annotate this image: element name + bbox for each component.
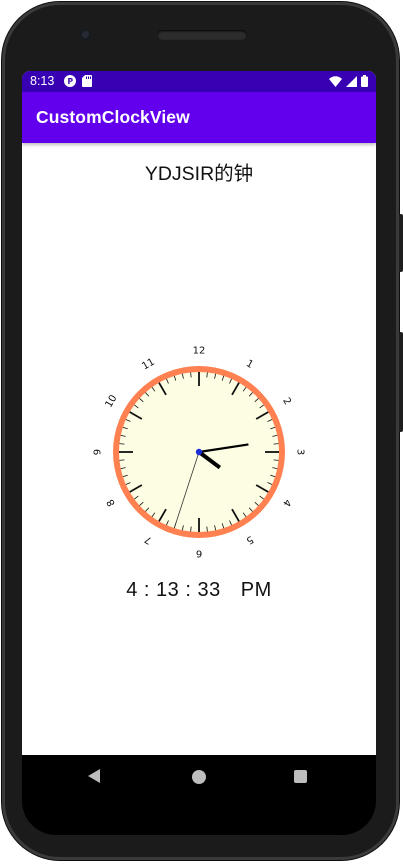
wifi-icon xyxy=(329,75,342,90)
front-camera xyxy=(80,29,91,40)
status-left-icons xyxy=(64,75,92,90)
volume-button xyxy=(399,214,403,272)
navigation-bar xyxy=(22,755,376,799)
clock-number: 3 xyxy=(295,449,306,455)
clock-number: 9 xyxy=(93,449,104,455)
minute-tick xyxy=(119,459,125,461)
clock-svg: 121234567891011 xyxy=(93,346,306,559)
screen: 8:13 CustomClockView YDJSIR的钟 12 1 2 3 4… xyxy=(22,71,376,755)
clock-number: 6 xyxy=(196,548,202,559)
clock-number: 1 xyxy=(244,358,255,371)
time-hours: 4 xyxy=(126,579,138,601)
status-right-icons xyxy=(329,75,368,90)
time-separator-1: : xyxy=(143,579,157,601)
page-heading: YDJSIR的钟 xyxy=(144,163,254,185)
home-icon[interactable] xyxy=(192,770,206,784)
power-button xyxy=(399,332,403,432)
app-bar: CustomClockView xyxy=(22,92,376,143)
minute-tick xyxy=(119,443,125,445)
minute-tick xyxy=(273,443,279,445)
app-title: CustomClockView xyxy=(36,107,190,127)
clock-number: 5 xyxy=(244,533,255,546)
clock-center-dot xyxy=(195,448,203,456)
time-minutes: 13 xyxy=(156,579,180,601)
battery-icon xyxy=(361,75,368,90)
analog-clock: 12 1 2 3 4 5 6 7 8 9 10 11 xyxy=(84,337,314,567)
digital-time: 4 : 13 : 33 PM xyxy=(22,579,376,602)
p-notification-icon xyxy=(64,75,76,90)
clock-number: 10 xyxy=(104,393,120,410)
clock-number: 4 xyxy=(280,497,293,508)
phone-chin xyxy=(22,799,376,835)
minute-tick xyxy=(190,526,192,532)
clock-number: 2 xyxy=(280,396,293,407)
minute-tick xyxy=(273,459,279,461)
minute-tick xyxy=(206,372,208,378)
clock-number: 12 xyxy=(193,346,206,357)
sd-card-icon xyxy=(82,75,92,90)
phone-device: 8:13 CustomClockView YDJSIR的钟 12 1 2 3 4… xyxy=(0,0,403,864)
recents-icon[interactable] xyxy=(294,770,307,783)
signal-icon xyxy=(346,75,357,90)
back-icon[interactable] xyxy=(88,769,100,783)
clock-number: 7 xyxy=(143,533,154,546)
clock-number: 11 xyxy=(140,357,157,373)
status-time: 8:13 xyxy=(30,74,55,88)
time-separator-2: : xyxy=(185,579,198,601)
earpiece-speaker xyxy=(157,30,247,40)
clock-number: 8 xyxy=(105,497,118,508)
minute-tick xyxy=(190,372,192,378)
minute-tick xyxy=(206,526,208,532)
status-bar: 8:13 xyxy=(22,71,376,92)
time-period: PM xyxy=(240,579,272,601)
time-seconds: 33 xyxy=(197,579,221,601)
